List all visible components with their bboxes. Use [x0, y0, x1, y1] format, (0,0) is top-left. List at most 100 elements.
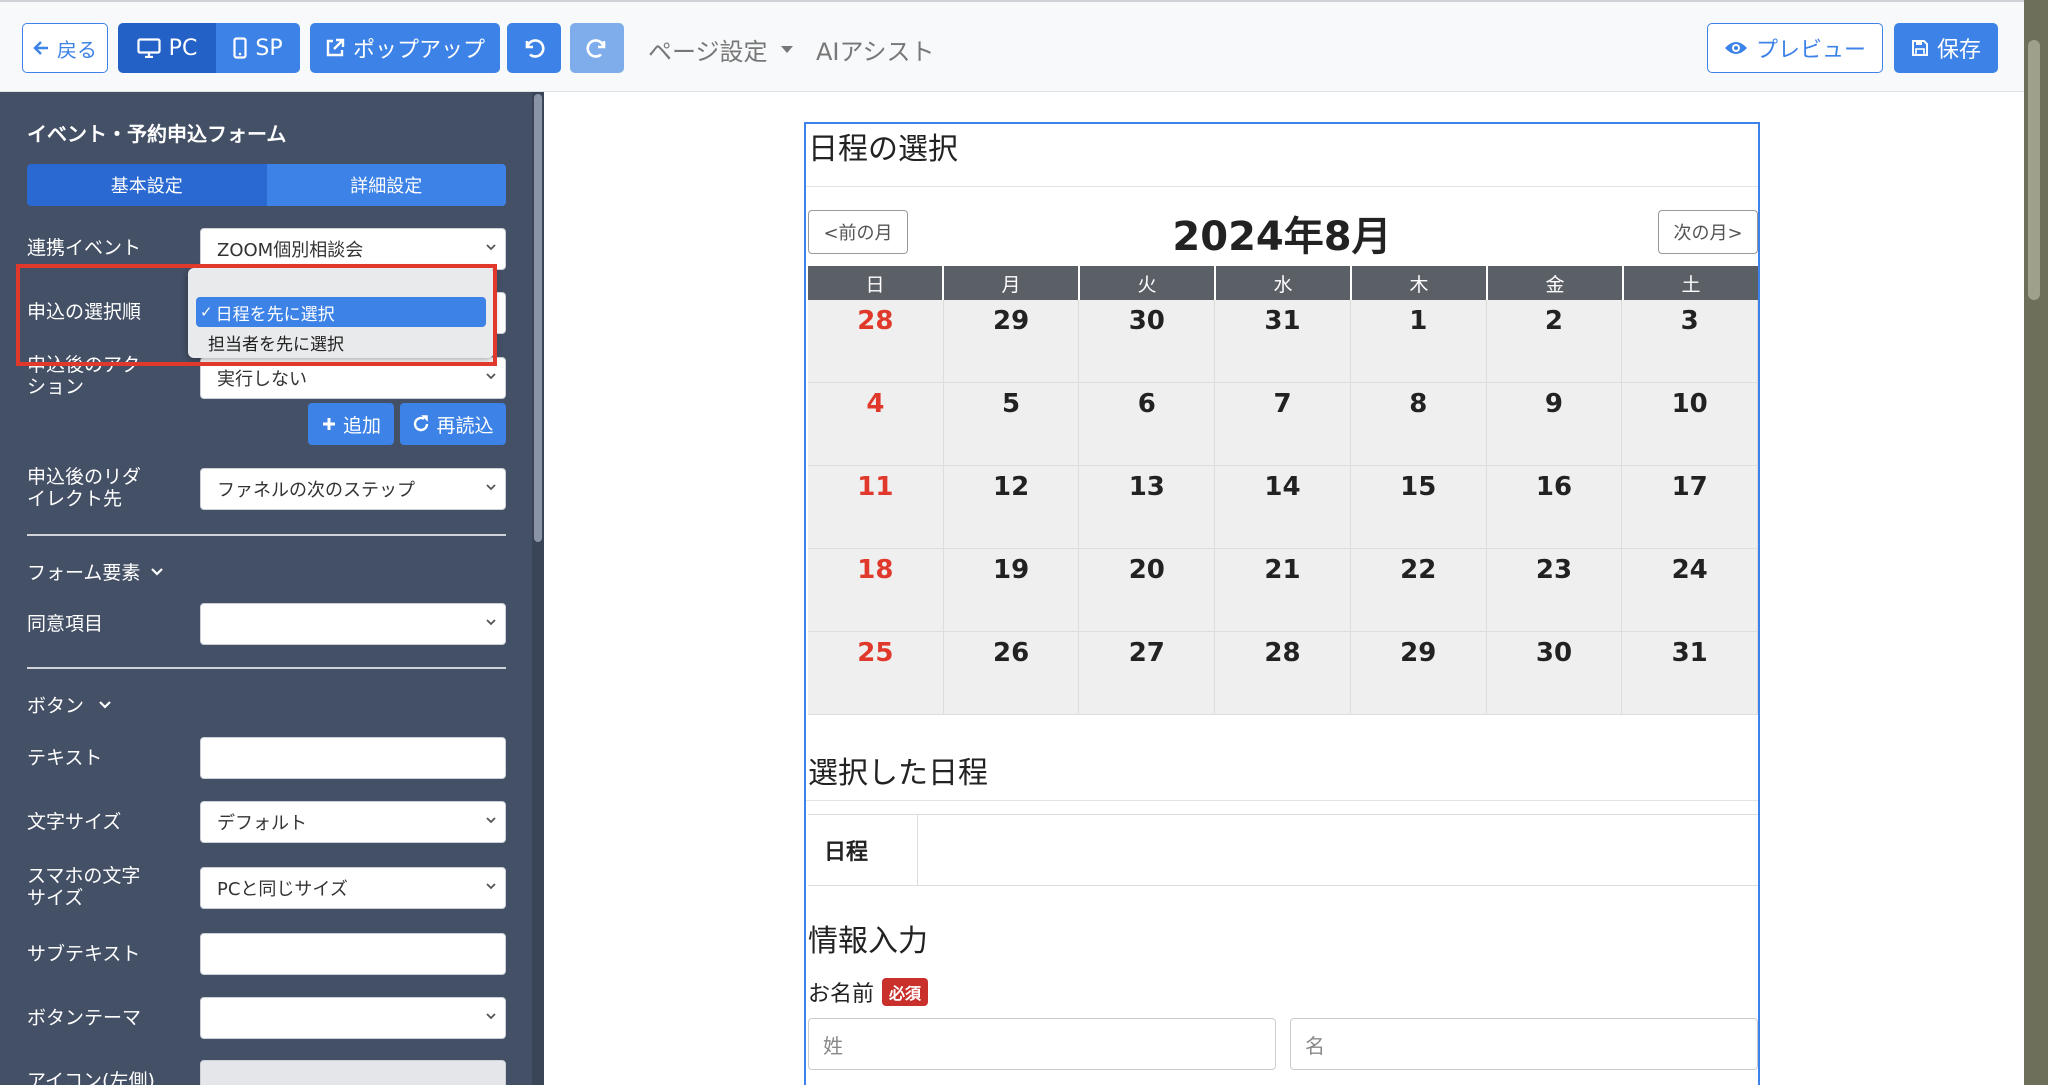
- calendar-day[interactable]: 29: [943, 300, 1080, 383]
- calendar-day[interactable]: 10: [1622, 383, 1759, 466]
- calendar-day[interactable]: 9: [1486, 383, 1623, 466]
- calendar-day[interactable]: 7: [1215, 383, 1351, 466]
- calendar-week: 11 12 13 14 15 16 17: [808, 466, 1759, 549]
- redirect-select[interactable]: ファネルの次のステップ: [200, 468, 506, 510]
- calendar-day[interactable]: 1: [1350, 300, 1487, 383]
- calendar-day[interactable]: 20: [1079, 549, 1216, 632]
- scrollbar-thumb[interactable]: [534, 94, 542, 542]
- form-elements-toggle[interactable]: フォーム要素: [27, 558, 164, 585]
- selected-schedule-heading: 選択した日程: [808, 756, 988, 791]
- text-label: テキスト: [27, 747, 103, 769]
- chevron-down-icon: [485, 240, 497, 256]
- top-toolbar: 戻る PC SP ポップアップ ページ設定 AIアシスト プレビュー 保存: [0, 0, 2048, 92]
- weekday-sun: 日: [808, 266, 944, 300]
- calendar-day[interactable]: 18: [808, 549, 944, 632]
- font-size-select[interactable]: デフォルト: [200, 801, 506, 843]
- calendar-day[interactable]: 29: [1350, 632, 1487, 715]
- preview-button[interactable]: プレビュー: [1707, 23, 1883, 73]
- icon-left-select[interactable]: [200, 1060, 506, 1085]
- calendar-day[interactable]: 13: [1079, 466, 1216, 549]
- redo-button[interactable]: [570, 23, 624, 73]
- button-text-input[interactable]: [200, 737, 506, 779]
- calendar-day[interactable]: 16: [1486, 466, 1623, 549]
- sp-font-size-select[interactable]: PCと同じサイズ: [200, 867, 506, 909]
- schedule-row-value: [918, 815, 1758, 885]
- add-button[interactable]: 追加: [308, 403, 394, 445]
- plus-icon: [321, 416, 337, 432]
- calendar-day[interactable]: 23: [1486, 549, 1623, 632]
- calendar-day[interactable]: 11: [808, 466, 944, 549]
- highlight-box: [16, 264, 497, 366]
- button-theme-select[interactable]: [200, 997, 506, 1039]
- icon-left-label: アイコン(左側): [27, 1070, 155, 1085]
- divider: [27, 667, 506, 669]
- calendar-day[interactable]: 24: [1622, 549, 1759, 632]
- calendar-day[interactable]: 21: [1215, 549, 1351, 632]
- calendar-day[interactable]: 4: [808, 383, 944, 466]
- calendar-day[interactable]: 6: [1079, 383, 1216, 466]
- sidebar-scrollbar[interactable]: [532, 92, 544, 1085]
- calendar-day[interactable]: 17: [1622, 466, 1759, 549]
- calendar: 日 月 火 水 木 金 土 28 29 30 31 1 2 3 4 5 6 7 …: [808, 266, 1759, 715]
- ai-assist-link[interactable]: AIアシスト: [816, 32, 935, 67]
- calendar-week: 28 29 30 31 1 2 3: [808, 300, 1759, 383]
- undo-button[interactable]: [507, 23, 561, 73]
- next-month-button[interactable]: 次の月>: [1658, 210, 1758, 254]
- calendar-day[interactable]: 19: [943, 549, 1080, 632]
- month-title: 2024年8月: [1172, 214, 1392, 260]
- weekday-wed: 水: [1216, 266, 1352, 300]
- settings-tabs: 基本設定 詳細設定: [27, 164, 506, 206]
- settings-sidebar: イベント・予約申込フォーム 基本設定 詳細設定 連携イベント ZOOM個別相談会…: [0, 92, 544, 1085]
- calendar-day[interactable]: 14: [1215, 466, 1351, 549]
- chevron-down-icon: [485, 480, 497, 496]
- page-scrollbar[interactable]: [2024, 0, 2048, 1085]
- calendar-day[interactable]: 22: [1350, 549, 1487, 632]
- pc-view-button[interactable]: PC: [118, 23, 216, 73]
- button-section-toggle[interactable]: ボタン: [27, 691, 112, 718]
- redirect-label: 申込後のリダ イレクト先: [27, 466, 142, 510]
- calendar-day[interactable]: 8: [1350, 383, 1487, 466]
- caret-down-icon: [780, 45, 794, 55]
- chevron-down-icon: [485, 615, 497, 631]
- reload-icon: [412, 415, 430, 433]
- last-name-input[interactable]: 姓: [808, 1018, 1276, 1070]
- calendar-day[interactable]: 31: [1215, 300, 1351, 383]
- chevron-down-icon: [485, 879, 497, 895]
- sp-view-button[interactable]: SP: [216, 23, 300, 73]
- tab-advanced-settings[interactable]: 詳細設定: [266, 164, 506, 206]
- calendar-day[interactable]: 3: [1622, 300, 1759, 383]
- divider: [806, 186, 1758, 187]
- calendar-week: 4 5 6 7 8 9 10: [808, 383, 1759, 466]
- popup-button[interactable]: ポップアップ: [310, 23, 500, 73]
- reload-button[interactable]: 再読込: [400, 403, 506, 445]
- scrollbar-thumb[interactable]: [2028, 40, 2040, 300]
- calendar-day[interactable]: 27: [1079, 632, 1216, 715]
- calendar-day[interactable]: 28: [808, 300, 944, 383]
- back-button[interactable]: 戻る: [22, 23, 108, 73]
- calendar-day[interactable]: 2: [1486, 300, 1623, 383]
- tab-basic-settings[interactable]: 基本設定: [27, 164, 267, 206]
- calendar-day[interactable]: 26: [943, 632, 1080, 715]
- calendar-day[interactable]: 28: [1215, 632, 1351, 715]
- calendar-day[interactable]: 30: [1486, 632, 1623, 715]
- calendar-week: 25 26 27 28 29 30 31: [808, 632, 1759, 715]
- mobile-icon: [233, 37, 247, 59]
- button-theme-label: ボタンテーマ: [27, 1007, 142, 1029]
- calendar-day[interactable]: 5: [943, 383, 1080, 466]
- calendar-day[interactable]: 31: [1622, 632, 1759, 715]
- eye-icon: [1724, 40, 1748, 56]
- first-name-input[interactable]: 名: [1290, 1018, 1758, 1070]
- calendar-day[interactable]: 25: [808, 632, 944, 715]
- page-settings-menu[interactable]: ページ設定: [648, 32, 794, 67]
- subtext-input[interactable]: [200, 933, 506, 975]
- weekday-fri: 金: [1488, 266, 1624, 300]
- calendar-day[interactable]: 15: [1350, 466, 1487, 549]
- calendar-day[interactable]: 12: [943, 466, 1080, 549]
- save-button[interactable]: 保存: [1894, 23, 1998, 73]
- weekday-thu: 木: [1352, 266, 1488, 300]
- weekday-sat: 土: [1624, 266, 1758, 300]
- consent-select[interactable]: [200, 603, 506, 645]
- calendar-weekday-header: 日 月 火 水 木 金 土: [808, 266, 1758, 300]
- calendar-day[interactable]: 30: [1079, 300, 1216, 383]
- sp-font-size-label: スマホの文字 サイズ: [27, 865, 141, 909]
